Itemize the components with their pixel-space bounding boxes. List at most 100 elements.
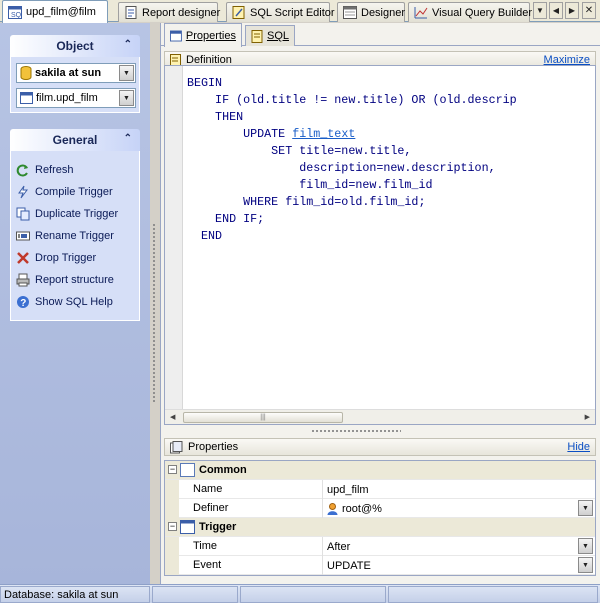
- code-line: WHERE film_id=old.film_id;: [187, 195, 426, 209]
- refresh-link[interactable]: Refresh: [16, 160, 138, 180]
- trigger-select[interactable]: film.upd_film ▼: [16, 88, 136, 108]
- printer-icon: [16, 273, 30, 287]
- close-icon[interactable]: ✕: [582, 2, 596, 19]
- category-trigger[interactable]: − Trigger: [165, 518, 595, 537]
- tab-label: Visual Query Builder: [432, 6, 533, 19]
- navigation-sidebar: Object ⌃ sakila at sun ▼ film.upd_film ▼…: [0, 23, 150, 584]
- tab-scroll-right-icon[interactable]: ▶: [565, 2, 579, 19]
- designer-icon: [343, 6, 357, 19]
- collapse-icon[interactable]: ⌃: [124, 133, 132, 144]
- tab-label: upd_film@film: [26, 6, 96, 18]
- tab-list-dropdown-icon[interactable]: ▼: [533, 2, 547, 19]
- show-sql-help-label: Show SQL Help: [35, 296, 113, 308]
- status-pane: [388, 586, 598, 603]
- code-line: END IF;: [187, 212, 265, 226]
- document-tab-bar: SQ upd_film@film Report designer SQL Scr…: [0, 0, 600, 23]
- property-row-time[interactable]: Time After ▼: [165, 537, 595, 556]
- code-line: END: [187, 229, 223, 243]
- report-icon: [125, 6, 137, 19]
- rename-trigger-label: Rename Trigger: [35, 230, 114, 242]
- tab-sql[interactable]: SQL: [245, 25, 295, 46]
- duplicate-icon: [16, 207, 30, 221]
- property-name: Time: [193, 540, 218, 552]
- duplicate-trigger-label: Duplicate Trigger: [35, 208, 119, 220]
- sql-script-icon: [232, 6, 245, 19]
- tab-sql-script-editor[interactable]: SQL Script Editor: [226, 2, 335, 22]
- scrollbar-thumb[interactable]: |||: [183, 412, 343, 423]
- properties-title: Properties: [188, 441, 239, 453]
- code-line: UPDATE film_text: [187, 126, 517, 143]
- tab-visual-query-builder[interactable]: Visual Query Builder: [408, 2, 533, 22]
- properties-header: Properties Hide: [164, 438, 596, 456]
- chevron-down-icon[interactable]: ▼: [578, 500, 593, 516]
- chevron-down-icon[interactable]: ▼: [119, 65, 134, 81]
- code-text[interactable]: BEGIN IF (old.title != new.title) OR (ol…: [187, 75, 517, 245]
- drop-trigger-label: Drop Trigger: [35, 252, 97, 264]
- property-row-name[interactable]: Name upd_film: [165, 480, 595, 499]
- code-line: description=new.description,: [187, 161, 496, 175]
- chevron-down-icon[interactable]: ▼: [578, 538, 593, 554]
- properties-icon: [170, 440, 183, 453]
- name-value-field[interactable]: upd_film: [322, 480, 595, 499]
- category-common[interactable]: − Common: [165, 461, 595, 480]
- splitter-grip[interactable]: [152, 223, 156, 403]
- tab-properties-label: Properties: [185, 29, 236, 42]
- tab-scroll-left-icon[interactable]: ◀: [549, 2, 563, 19]
- table-link[interactable]: film_text: [292, 127, 355, 141]
- status-pane: [152, 586, 238, 603]
- trigger-icon: SQ: [8, 5, 22, 19]
- help-icon: ?: [17, 296, 29, 309]
- sidebar-splitter[interactable]: [150, 23, 160, 584]
- property-row-definer[interactable]: Definer root@% ▼: [165, 499, 595, 518]
- show-sql-help-link[interactable]: ? Show SQL Help: [16, 292, 138, 312]
- status-database: Database: sakila at sun: [0, 586, 150, 603]
- chevron-down-icon[interactable]: ▼: [578, 557, 593, 573]
- definer-select[interactable]: root@% ▼: [322, 499, 595, 518]
- general-group-header[interactable]: General ⌃: [10, 129, 140, 151]
- refresh-label: Refresh: [35, 164, 74, 176]
- tab-report-designer[interactable]: Report designer: [118, 2, 220, 22]
- event-select[interactable]: UPDATE ▼: [322, 556, 595, 575]
- chevron-down-icon[interactable]: ▼: [119, 90, 134, 106]
- drop-trigger-link[interactable]: Drop Trigger: [16, 248, 138, 268]
- trigger-editor: Properties SQL Definition Maximize BEGIN…: [160, 23, 600, 584]
- tab-label: SQL Script Editor: [250, 6, 335, 19]
- collapse-icon[interactable]: −: [168, 465, 177, 474]
- status-pane: [240, 586, 386, 603]
- duplicate-trigger-link[interactable]: Duplicate Trigger: [16, 204, 138, 224]
- rename-trigger-link[interactable]: Rename Trigger: [16, 226, 138, 246]
- tab-properties[interactable]: Properties: [164, 23, 242, 47]
- property-name: Event: [193, 559, 222, 571]
- tab-label: Designer: [361, 6, 406, 19]
- scroll-left-icon[interactable]: ◀: [170, 413, 175, 421]
- compile-trigger-link[interactable]: Compile Trigger: [16, 182, 138, 202]
- property-value: root@%: [342, 502, 382, 515]
- sql-code-editor[interactable]: BEGIN IF (old.title != new.title) OR (ol…: [164, 65, 596, 425]
- code-line: BEGIN: [187, 76, 223, 90]
- code-line: film_id=new.film_id: [187, 178, 433, 192]
- property-value: After: [327, 540, 351, 553]
- panel-splitter[interactable]: [311, 429, 401, 433]
- report-structure-label: Report structure: [35, 274, 114, 286]
- tab-upd-film[interactable]: SQ upd_film@film: [2, 0, 108, 23]
- status-text: Database: sakila at sun: [4, 588, 119, 601]
- editor-tab-bar: Properties SQL: [161, 23, 600, 47]
- database-icon: [20, 66, 32, 80]
- collapse-icon[interactable]: ⌃: [124, 39, 132, 50]
- time-select[interactable]: After ▼: [322, 537, 595, 556]
- tab-designer[interactable]: Designer: [337, 2, 405, 22]
- scroll-right-icon[interactable]: ▶: [585, 413, 590, 421]
- property-row-event[interactable]: Event UPDATE ▼: [165, 556, 595, 575]
- property-value: UPDATE: [327, 559, 371, 572]
- sql-icon: [251, 29, 263, 43]
- object-group-header[interactable]: Object ⌃: [10, 35, 140, 57]
- property-grid: − Common Name upd_film Definer root@% ▼ …: [164, 460, 596, 576]
- report-structure-link[interactable]: Report structure: [16, 270, 138, 290]
- hide-link[interactable]: Hide: [567, 441, 590, 453]
- rename-icon: [16, 231, 30, 241]
- general-group-body: Refresh Compile Trigger Duplicate Trigge…: [10, 151, 140, 321]
- database-select[interactable]: sakila at sun ▼: [16, 63, 136, 83]
- trigger-icon: [20, 92, 33, 104]
- collapse-icon[interactable]: −: [168, 522, 177, 531]
- horizontal-scrollbar[interactable]: ◀ ||| ▶: [165, 409, 595, 424]
